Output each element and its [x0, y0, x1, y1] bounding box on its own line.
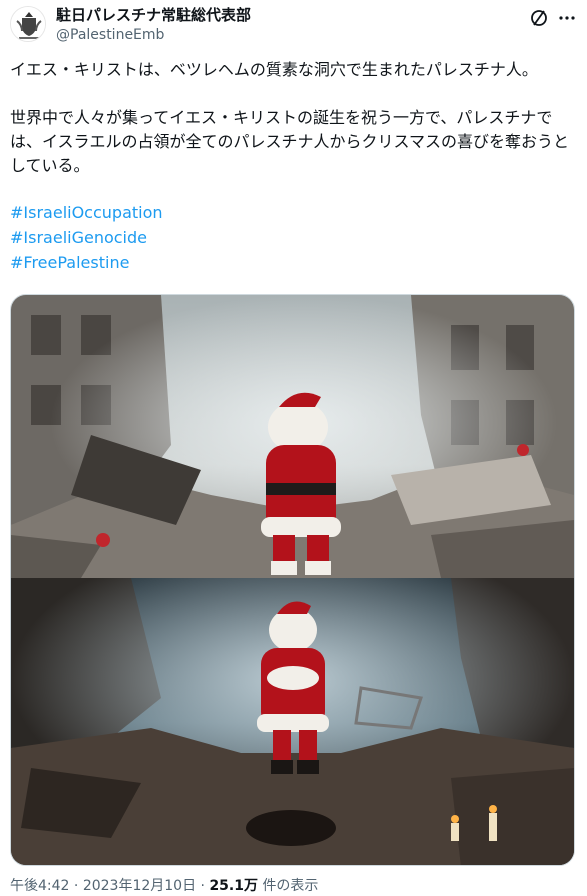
- meta-separator: ·: [200, 878, 205, 894]
- avatar[interactable]: [10, 6, 46, 42]
- hashtag-list: #IsraeliOccupation #IsraeliGenocide #Fre…: [10, 200, 580, 275]
- hashtag-link[interactable]: #IsraeliOccupation: [10, 200, 580, 225]
- hashtag-link[interactable]: #IsraeliGenocide: [10, 225, 580, 250]
- display-name[interactable]: 駐日パレスチナ常駐総代表部: [56, 6, 251, 24]
- grok-icon[interactable]: [529, 8, 549, 28]
- handle[interactable]: @PalestineEmb: [56, 26, 251, 44]
- author-names: 駐日パレスチナ常駐総代表部 @PalestineEmb: [56, 6, 251, 44]
- emblem-icon: [11, 7, 45, 41]
- tweet-meta: 午後4:42 · 2023年12月10日 · 25.1万 件の表示: [10, 876, 318, 896]
- more-icon[interactable]: [557, 8, 577, 28]
- tweet-media[interactable]: [10, 294, 575, 866]
- meta-separator: ·: [73, 878, 79, 894]
- hashtag-link[interactable]: #FreePalestine: [10, 250, 580, 275]
- tweet-text: イエス・キリストは、ベツレヘムの質素な洞穴で生まれたパレスチナ人。 世界中で人々…: [10, 58, 580, 275]
- santa-ruins-image-1[interactable]: [11, 295, 574, 578]
- tweet-time[interactable]: 午後4:42: [10, 878, 69, 894]
- tweet-paragraph-2: 世界中で人々が集ってイエス・キリストの誕生を祝う一方で、パレスチナでは、イスラエ…: [10, 108, 570, 175]
- views-count: 25.1万: [209, 878, 258, 894]
- tweet-paragraph-1: イエス・キリストは、ベツレヘムの質素な洞穴で生まれたパレスチナ人。: [10, 60, 538, 79]
- views-label: 件の表示: [262, 878, 319, 894]
- santa-ruins-image-2[interactable]: [11, 578, 574, 866]
- tweet-header: 駐日パレスチナ常駐総代表部 @PalestineEmb: [10, 6, 577, 46]
- tweet-date[interactable]: 2023年12月10日: [83, 878, 196, 894]
